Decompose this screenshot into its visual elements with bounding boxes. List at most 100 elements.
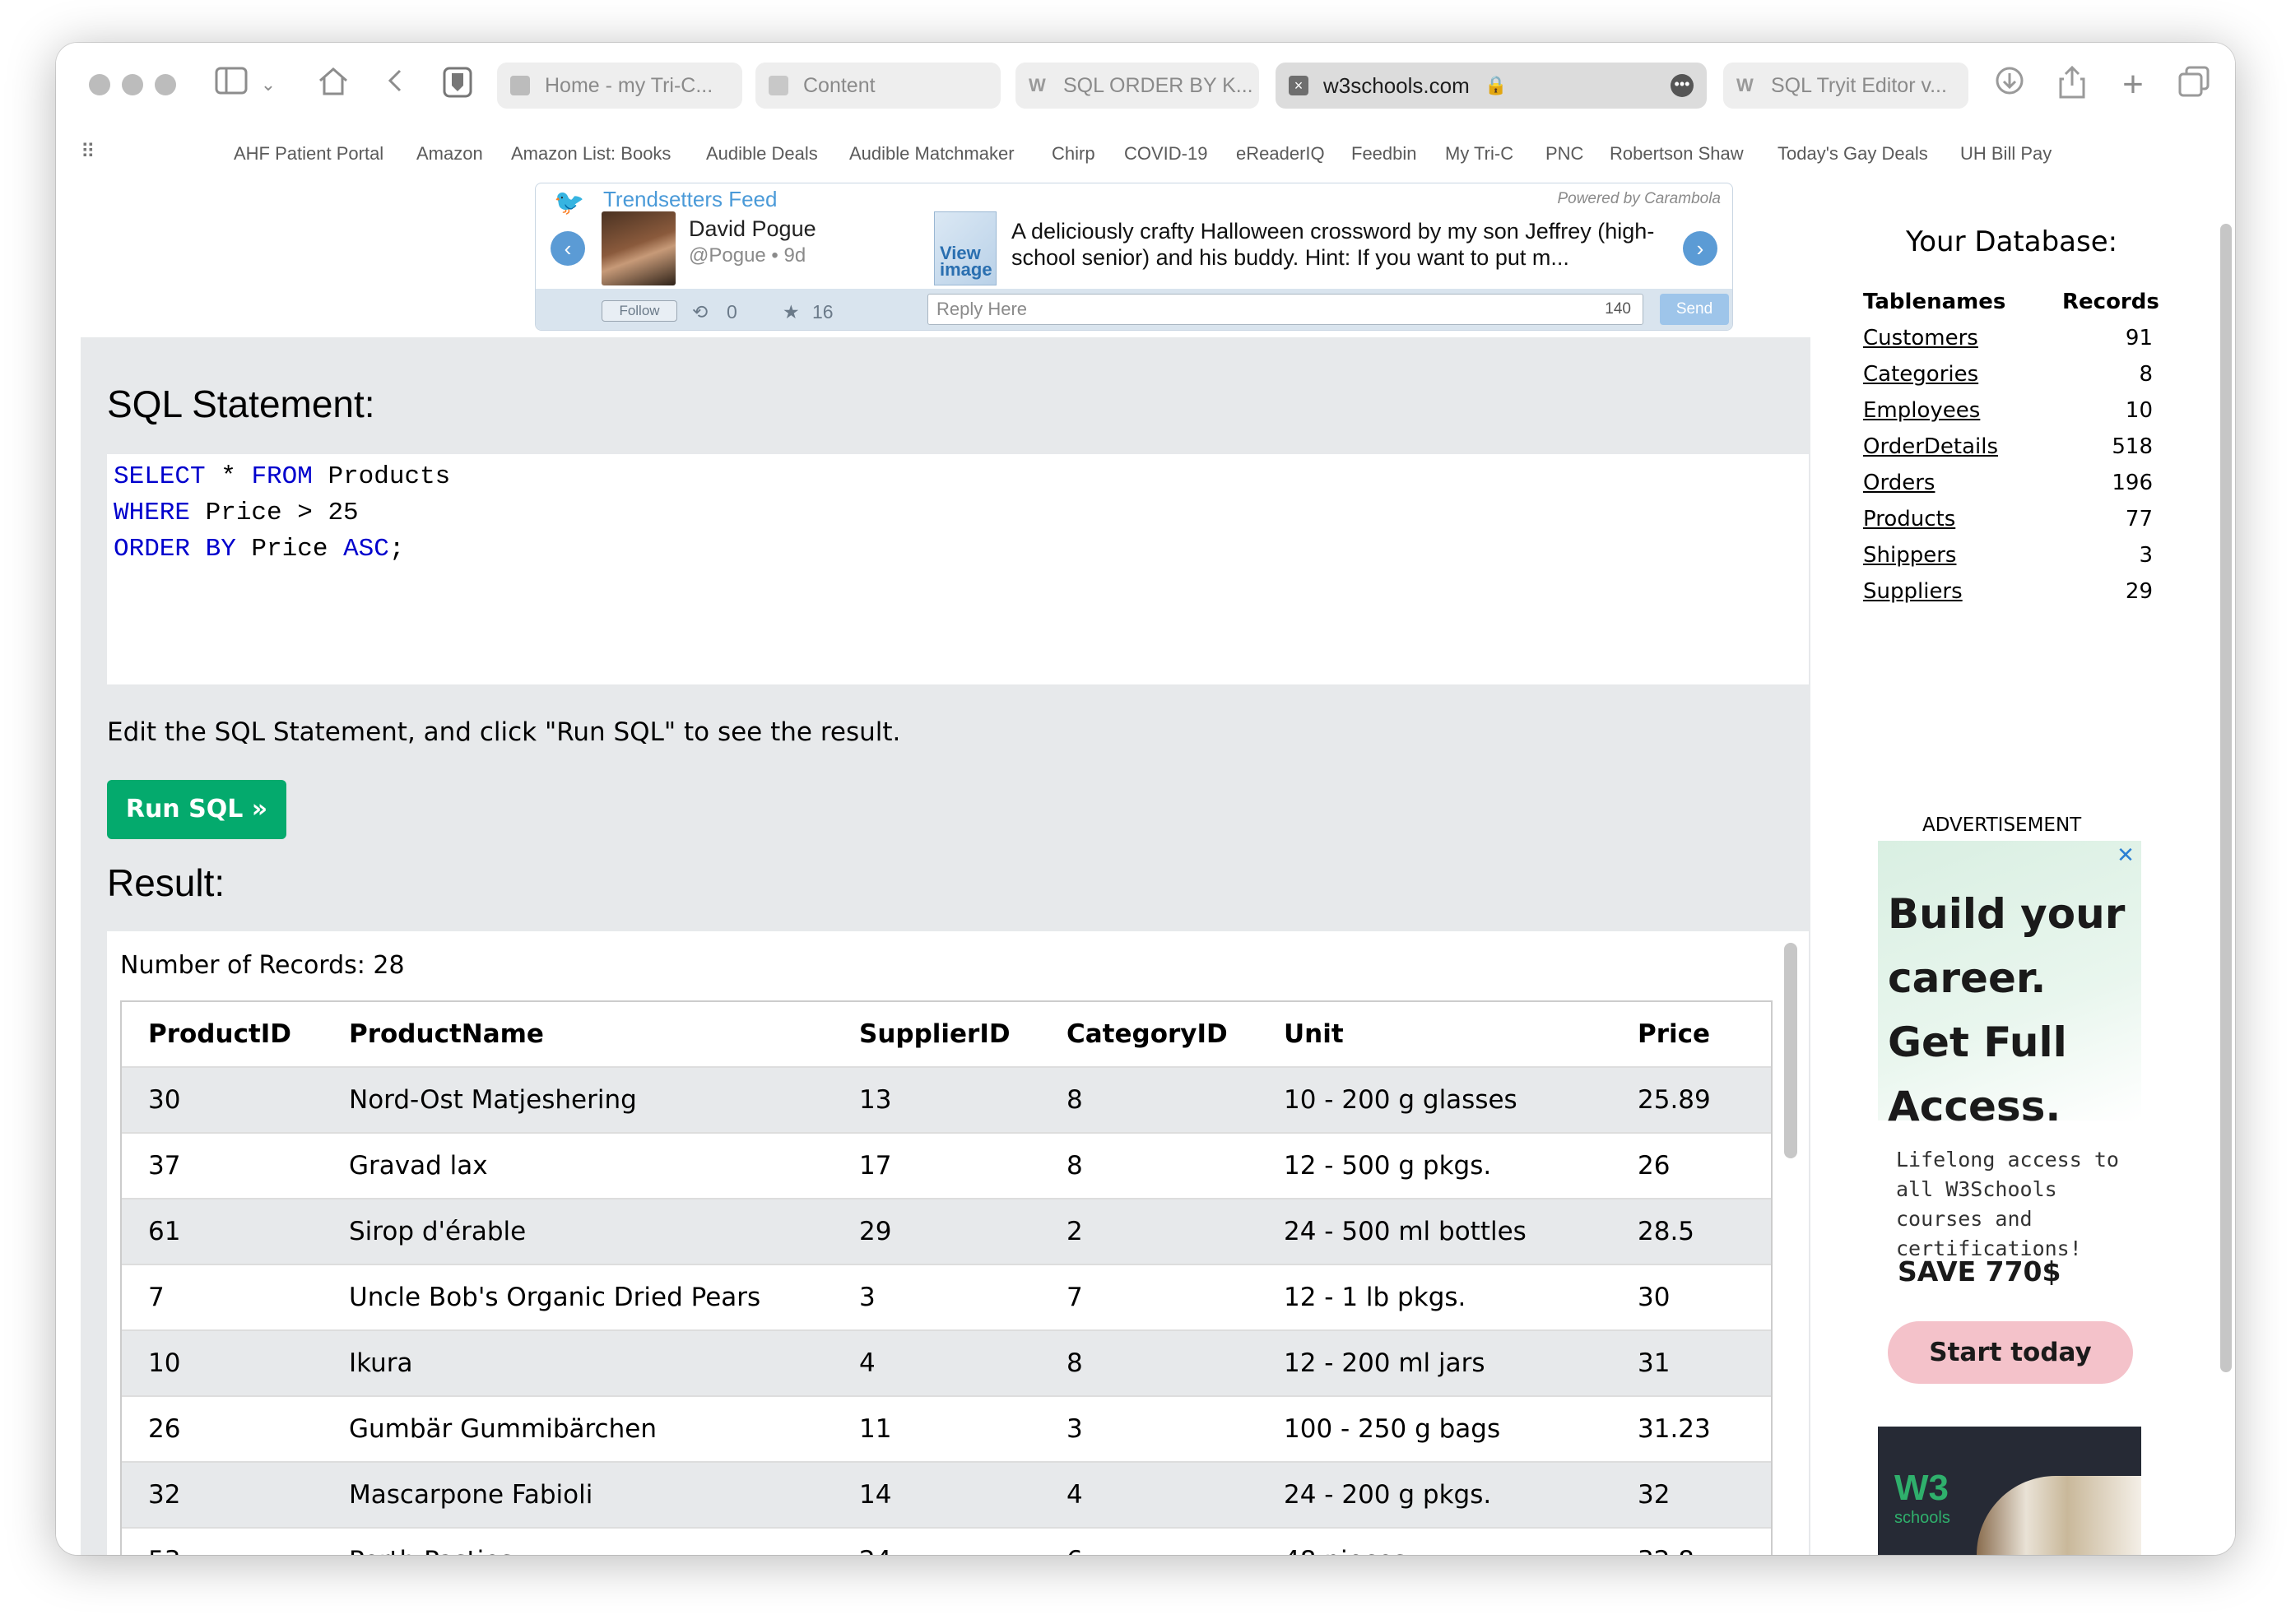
column-header: SupplierID [859,1019,1011,1049]
bookmark-feedbin[interactable]: Feedbin [1351,143,1417,165]
tab-overview-icon[interactable] [2176,66,2212,106]
browser-window: ⌄ Home - my Tri-C... Content W SQL ORDER… [56,43,2235,1555]
shield-icon[interactable] [439,66,476,108]
db-table-link[interactable]: Customers [1863,326,1978,350]
cell: 48 pieces [1284,1529,1406,1555]
minimize-window-button[interactable] [122,74,143,95]
reply-input[interactable]: Reply Here 140 [927,294,1643,325]
cell: 12 - 500 g pkgs. [1284,1151,1492,1181]
tab-w3schools-active[interactable]: × w3schools.com 🔒 ••• [1276,63,1707,109]
cell: 53 [148,1529,180,1555]
grid-favicon-icon [510,76,530,95]
cell: Ikura [349,1348,413,1378]
reply-placeholder: Reply Here [936,299,1028,319]
download-icon[interactable] [1991,66,2028,104]
result-panel[interactable]: Number of Records: 28 ProductID ProductN… [107,931,1809,1555]
close-tab-icon[interactable]: × [1289,76,1308,95]
table-row: 53 Perth Pasties 24 6 48 pieces 32.8 [122,1529,1771,1555]
your-database-heading: Your Database: [1906,225,2118,258]
cell: 25.89 [1638,1085,1711,1115]
cell: Gumbär Gummibärchen [349,1414,657,1444]
result-scrollbar[interactable] [1784,943,1797,1158]
bookmark-gay-deals[interactable]: Today's Gay Deals [1778,143,1928,165]
cell: 7 [1066,1283,1083,1312]
page-content: 🐦 Trendsetters Feed Powered by Carambola… [56,176,2235,1555]
db-table-link[interactable]: Suppliers [1863,579,1963,604]
ad-image: W3 schools [1878,1427,2141,1555]
next-tweet-button[interactable]: › [1683,231,1717,266]
cell: Nord-Ost Matjeshering [349,1085,637,1115]
sql-text: Price > 25 [190,499,359,527]
table-row: 7 Uncle Bob's Organic Dried Pears 3 7 12… [122,1265,1771,1331]
sql-editor-panel: SQL Statement: SELECT * FROM Products WH… [81,337,1810,1555]
bookmark-ahf[interactable]: AHF Patient Portal [234,143,383,165]
start-today-button[interactable]: Start today [1888,1321,2133,1384]
sidebar-toggle-icon[interactable] [212,66,250,104]
bookshelf-image [1977,1476,2141,1555]
star-icon[interactable]: ★ [783,301,800,323]
db-table-link[interactable]: OrderDetails [1863,434,1998,459]
bookmark-ereaderiq[interactable]: eReaderIQ [1236,143,1325,165]
tweet-text: A deliciously crafty Halloween crossword… [1011,219,1655,270]
column-header: ProductName [349,1019,544,1049]
advertisement-banner[interactable]: ✕ Build your career. Get Full Access. Li… [1878,841,2141,1555]
share-icon[interactable] [2054,65,2090,108]
bookmark-amazon-list[interactable]: Amazon List: Books [511,143,671,165]
follow-button[interactable]: Follow [602,300,677,322]
bookmark-amazon[interactable]: Amazon [416,143,483,165]
bookmark-robertson-shaw[interactable]: Robertson Shaw [1610,143,1744,165]
bookmark-pnc[interactable]: PNC [1545,143,1583,165]
tab-sql-order-by[interactable]: W SQL ORDER BY K... [1015,63,1259,109]
sql-text: ; [388,535,405,564]
avatar[interactable] [602,211,676,285]
bookmark-covid[interactable]: COVID-19 [1124,143,1207,165]
db-record-count: 29 [2125,579,2153,604]
apps-grid-icon[interactable]: ⠿ [81,140,95,164]
run-sql-button[interactable]: Run SQL » [107,780,286,839]
home-icon[interactable] [314,66,352,104]
zoom-window-button[interactable] [155,74,176,95]
prev-tweet-button[interactable]: ‹ [551,231,585,266]
view-image-button[interactable]: View image [934,211,997,285]
db-table-link[interactable]: Shippers [1863,543,1956,568]
db-table-link[interactable]: Orders [1863,471,1935,495]
db-table-row: Shippers 3 [1863,543,2153,579]
cell: 12 - 1 lb pkgs. [1284,1283,1466,1312]
tab-sql-tryit[interactable]: W SQL Tryit Editor v... [1723,63,1968,109]
twitter-feed-title[interactable]: Trendsetters Feed [603,187,777,212]
more-options-icon[interactable]: ••• [1671,74,1694,97]
twitter-bird-icon: 🐦 [554,189,585,216]
chevron-down-icon[interactable]: ⌄ [258,66,278,104]
db-record-count: 91 [2125,326,2153,350]
bookmark-audible-matchmaker[interactable]: Audible Matchmaker [849,143,1015,165]
cell: 29 [859,1217,892,1246]
send-button[interactable]: Send [1660,294,1729,325]
db-table-link[interactable]: Categories [1863,362,1978,387]
close-window-button[interactable] [89,74,110,95]
bookmark-chirp[interactable]: Chirp [1052,143,1095,165]
cell: 28.5 [1638,1217,1695,1246]
bookmark-my-tric[interactable]: My Tri-C [1445,143,1513,165]
db-table-link[interactable]: Products [1863,507,1955,531]
close-icon[interactable]: ✕ [2115,844,2136,865]
record-count: Number of Records: 28 [120,951,405,980]
page-favicon-icon [769,76,788,95]
cell: 13 [859,1085,892,1115]
db-table-link[interactable]: Employees [1863,398,1980,423]
bookmark-uh-bill-pay[interactable]: UH Bill Pay [1960,143,2052,165]
db-record-count: 8 [2139,362,2153,387]
new-tab-icon[interactable]: + [2115,66,2151,104]
db-table-row: Suppliers 29 [1863,579,2153,615]
tab-home-tric[interactable]: Home - my Tri-C... [497,63,742,109]
w3schools-favicon-icon: W [1029,75,1046,95]
tab-content[interactable]: Content [755,63,1001,109]
page-scrollbar[interactable] [2220,224,2232,1372]
tweet-author-name[interactable]: David Pogue [689,216,816,242]
bookmark-audible-deals[interactable]: Audible Deals [706,143,818,165]
table-row: 37 Gravad lax 17 8 12 - 500 g pkgs. 26 [122,1134,1771,1199]
retweet-icon[interactable]: ⟲ [692,301,708,323]
db-table-row: Products 77 [1863,507,2153,543]
back-icon[interactable] [380,66,410,104]
sql-code-editor[interactable]: SELECT * FROM Products WHERE Price > 25 … [107,454,1809,684]
cell: 26 [148,1414,181,1444]
